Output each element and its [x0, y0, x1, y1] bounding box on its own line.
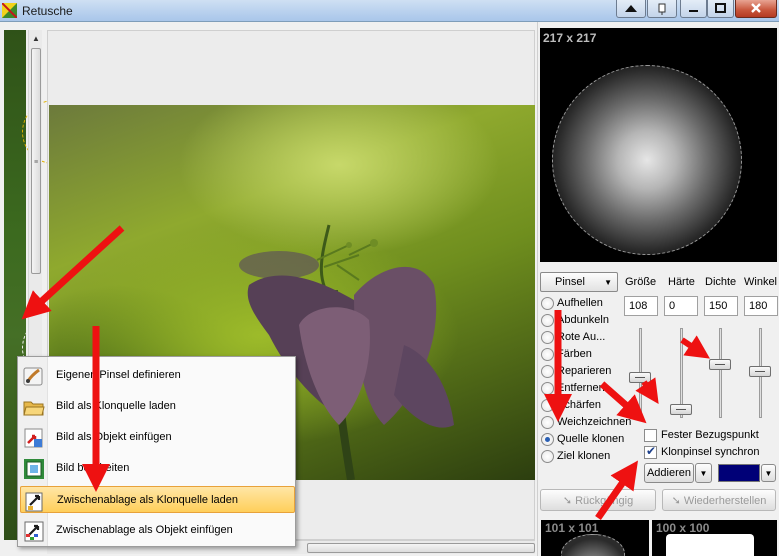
tool-label: Reparieren [557, 365, 612, 377]
tool-label: Abdunkeln [557, 314, 609, 326]
tool-label: Schärfen [557, 399, 602, 411]
density-slider-track[interactable] [719, 328, 722, 418]
tool-label: Quelle klonen [557, 433, 625, 445]
tool-label: Entfernen [557, 382, 605, 394]
menu-item-clipboard-clone-source[interactable]: Zwischenablage als Klonquelle laden [20, 486, 295, 513]
color-dropdown[interactable]: ▼ [761, 464, 776, 482]
title-bar: Retusche [0, 0, 779, 22]
brush-define-icon [23, 367, 43, 386]
menu-item-clipboard-object[interactable]: Zwischenablage als Objekt einfügen [20, 517, 295, 544]
clone-color-swatch[interactable] [718, 464, 760, 482]
tool-reparieren[interactable]: Reparieren [541, 364, 641, 380]
checkmark-icon: ✔ [646, 444, 657, 458]
menu-item-load-clone-source[interactable]: Bild als Klonquelle laden [20, 393, 295, 420]
maximize-button[interactable] [707, 0, 734, 18]
clone-sync-label: Klonpinsel synchron [661, 446, 760, 458]
menu-item-edit-image[interactable]: Bild bearbeiten [20, 455, 295, 482]
tool-weichzeichnen[interactable]: Weichzeichnen [541, 415, 641, 431]
tool-ziel-klonen[interactable]: Ziel klonen [541, 449, 641, 465]
hardness-slider-thumb[interactable] [670, 404, 692, 415]
redo-button[interactable]: ➘ Wiederherstellen [662, 489, 776, 511]
scroll-up-arrow-icon[interactable]: ▲ [29, 32, 43, 46]
angle-slider-thumb[interactable] [749, 366, 771, 377]
tool-label: Aufhellen [557, 297, 603, 309]
close-icon [751, 3, 761, 13]
tool-entfernen[interactable]: Entfernen [541, 381, 641, 397]
chevron-down-icon: ▼ [764, 469, 773, 478]
tool-schaerfen[interactable]: Schärfen [541, 398, 641, 414]
edit-image-icon [24, 459, 44, 479]
menu-item-label: Zwischenablage als Objekt einfügen [56, 524, 233, 536]
tool-aufhellen[interactable]: Aufhellen [541, 296, 641, 312]
angle-header: Winkel [744, 276, 778, 288]
undo-button[interactable]: ➘ Rückgängig [540, 489, 656, 511]
density-header: Dichte [705, 276, 737, 288]
menu-item-insert-object[interactable]: Bild als Objekt einfügen [20, 424, 295, 451]
menu-item-label: Bild als Objekt einfügen [56, 431, 172, 443]
chevron-down-icon: ▼ [604, 278, 612, 287]
blend-mode-dropdown[interactable]: ▼ [695, 463, 712, 483]
fixed-reference-checkbox[interactable]: Fester Bezugspunkt [644, 428, 774, 444]
brush-mode-value: Pinsel [555, 276, 585, 288]
size-slider-thumb[interactable] [629, 372, 651, 383]
thumbnail-2[interactable]: 100 x 100 [652, 520, 777, 556]
thumbnail-white-preview [666, 534, 754, 556]
brush-preview-circle [552, 65, 742, 255]
tool-label: Rote Au... [557, 331, 606, 343]
image-retouch-icon [2, 3, 17, 18]
tool-rote-augen[interactable]: Rote Au... [541, 330, 641, 346]
tool-abdunkeln[interactable]: Abdunkeln [541, 313, 641, 329]
insert-object-icon [24, 428, 43, 448]
tool-label: Weichzeichnen [557, 416, 632, 428]
brush-mode-dropdown[interactable]: Pinsel ▼ [540, 272, 618, 292]
preview-size-label: 217 x 217 [543, 31, 597, 45]
undo-label: Rückgängig [575, 495, 634, 507]
tool-label: Färben [557, 348, 592, 360]
triangle-up-icon [625, 5, 637, 12]
brush-preview: 217 x 217 [540, 28, 777, 262]
clone-sync-checkbox[interactable]: ✔ Klonpinsel synchron [644, 444, 774, 461]
redo-label: Wiederherstellen [683, 495, 767, 507]
chevron-down-icon: ▼ [699, 469, 708, 478]
tool-quelle-klonen[interactable]: Quelle klonen [541, 432, 641, 448]
menu-item-label: Zwischenablage als Klonquelle laden [57, 494, 239, 506]
menu-item-label: Eigenen Pinsel definieren [56, 369, 181, 381]
tool-label: Ziel klonen [557, 450, 611, 462]
horizontal-scroll-thumb[interactable] [307, 543, 535, 553]
minimize-button[interactable] [680, 0, 707, 18]
pin-button[interactable] [647, 0, 677, 18]
thumbnail-1[interactable]: 101 x 101 [541, 520, 649, 556]
thumbnail-brush-preview [561, 534, 625, 556]
folder-open-icon [23, 401, 45, 416]
scroll-thumb[interactable]: ≡ [31, 48, 41, 274]
context-menu: Eigenen Pinsel definieren Bild als Klonq… [17, 356, 296, 547]
menu-item-label: Bild als Klonquelle laden [56, 400, 176, 412]
clipboard-clone-icon [25, 492, 43, 512]
tool-faerben[interactable]: Färben [541, 347, 641, 363]
density-input[interactable]: 150 [704, 296, 738, 316]
size-header: Größe [625, 276, 657, 288]
blend-mode-button[interactable]: Addieren [644, 463, 694, 483]
hardness-input[interactable]: 0 [664, 296, 698, 316]
help-button[interactable] [616, 0, 646, 18]
close-button[interactable] [735, 0, 777, 18]
angle-input[interactable]: 180 [744, 296, 778, 316]
density-slider-thumb[interactable] [709, 359, 731, 370]
window-title: Retusche [22, 4, 73, 18]
undo-arrow-icon: ➘ [562, 495, 576, 507]
fixed-reference-label: Fester Bezugspunkt [661, 429, 759, 441]
menu-item-define-brush[interactable]: Eigenen Pinsel definieren [20, 362, 295, 389]
redo-arrow-icon: ➘ [671, 495, 684, 507]
maximize-icon [715, 3, 726, 13]
minimize-icon [689, 10, 698, 12]
hardness-header: Härte [668, 276, 695, 288]
pin-icon [658, 3, 666, 15]
thumbnail-size-label: 101 x 101 [545, 521, 599, 535]
clipboard-object-icon [24, 521, 44, 542]
menu-item-label: Bild bearbeiten [56, 462, 130, 474]
thumbnail-size-label: 100 x 100 [656, 521, 710, 535]
